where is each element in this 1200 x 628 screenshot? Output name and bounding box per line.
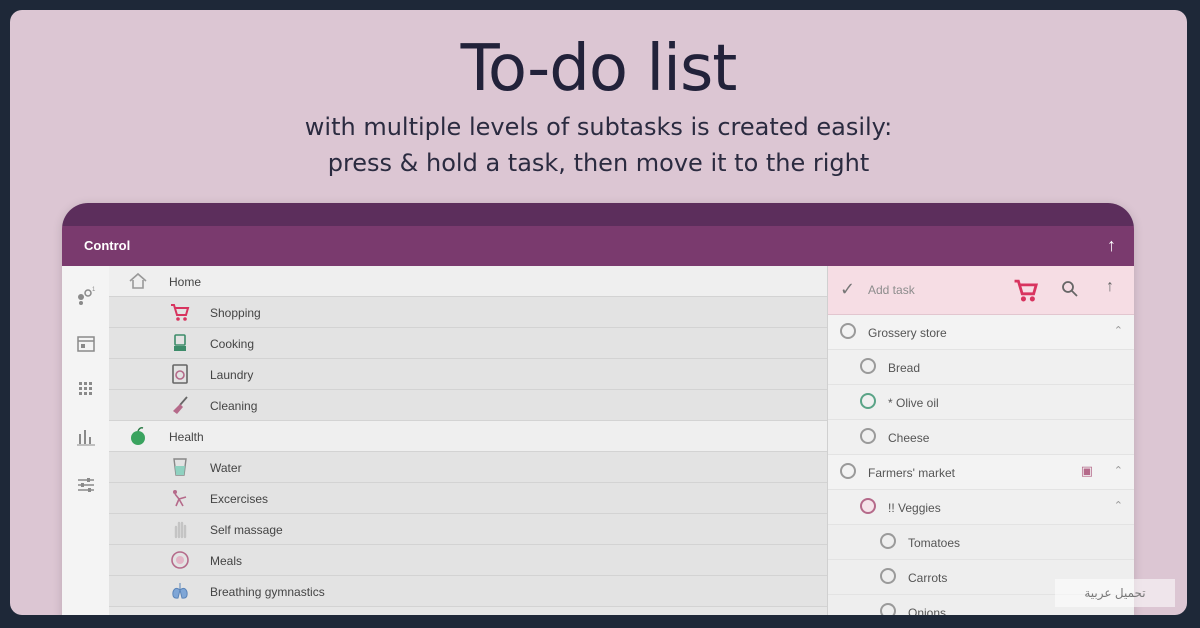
task-item[interactable]: !! Veggies ⌃ [828, 490, 1134, 525]
headline: To-do list [460, 32, 738, 106]
sliders-icon[interactable] [75, 474, 97, 496]
list-item-home[interactable]: Home [109, 266, 827, 297]
promo-card: To-do list with multiple levels of subta… [10, 10, 1187, 615]
hand-icon [169, 518, 191, 540]
list-item-label: Cooking [210, 337, 255, 351]
category-list: Home Shopping Cooking Laundry Cleaning H… [109, 266, 827, 615]
washing-machine-icon [169, 363, 191, 385]
glass-icon [169, 456, 191, 478]
task-checkbox[interactable] [840, 463, 856, 479]
list-item-label: Self massage [210, 523, 283, 537]
meal-icon [169, 549, 191, 571]
settings-dots-icon[interactable]: 1 [75, 284, 97, 306]
list-item-shopping[interactable]: Shopping [109, 297, 827, 328]
list-item-water[interactable]: Water [109, 452, 827, 483]
calendar-icon[interactable] [75, 332, 97, 354]
check-icon[interactable]: ✓ [840, 279, 855, 300]
task-label: Grossery store [868, 326, 947, 340]
task-item[interactable]: * Olive oil [828, 385, 1134, 420]
list-item-excercises[interactable]: Excercises [109, 483, 827, 514]
calendar-icon[interactable]: ▣ [1081, 463, 1093, 479]
task-item[interactable]: Grossery store ⌃ [828, 315, 1134, 350]
list-item-label: Shopping [210, 306, 261, 320]
chevron-up-icon[interactable]: ⌃ [1114, 499, 1123, 512]
cart-icon[interactable] [1012, 276, 1040, 304]
task-item[interactable]: Cheese [828, 420, 1134, 455]
list-item-label: Water [210, 461, 242, 475]
task-checkbox[interactable] [860, 393, 876, 409]
task-label: Tomatoes [908, 536, 961, 550]
task-item[interactable]: Tomatoes [828, 525, 1134, 560]
subheadline-line-2: press & hold a task, then move it to the… [327, 149, 870, 177]
task-label: Carrots [908, 571, 948, 585]
task-checkbox[interactable] [840, 323, 856, 339]
task-checkbox[interactable] [860, 428, 876, 444]
task-label: Onions [908, 606, 947, 615]
task-item[interactable]: Bread [828, 350, 1134, 385]
task-checkbox[interactable] [880, 603, 896, 615]
list-item-cooking[interactable]: Cooking [109, 328, 827, 359]
blender-icon [169, 332, 191, 354]
search-icon[interactable] [1061, 280, 1079, 298]
app-bar-title: Control [84, 238, 131, 253]
task-panel: ✓ Add task ↑ Grossery store ⌃ Bread * Ol… [827, 266, 1134, 615]
task-label: Farmers' market [868, 466, 955, 480]
task-checkbox[interactable] [860, 498, 876, 514]
task-label: Cheese [888, 431, 930, 445]
task-checkbox[interactable] [880, 568, 896, 584]
apple-icon [127, 425, 149, 447]
cart-icon [169, 301, 191, 323]
subheadline-line-1: with multiple levels of subtasks is crea… [304, 113, 893, 141]
watermark: تحميل عربية [1055, 579, 1175, 607]
broom-icon [169, 394, 191, 416]
app-bar: Control ↑ [62, 226, 1134, 266]
list-item-cleaning[interactable]: Cleaning [109, 390, 827, 421]
list-item-label: Health [169, 430, 204, 444]
task-checkbox[interactable] [860, 358, 876, 374]
tablet-frame: Control ↑ 1 Home Shopping Cooking Laundr… [62, 203, 1134, 615]
up-arrow-icon[interactable]: ↑ [1106, 278, 1114, 296]
task-label: * Olive oil [888, 396, 939, 410]
task-label: Bread [888, 361, 921, 375]
list-item-label: Home [169, 275, 202, 289]
list-item-label: Excercises [210, 492, 269, 506]
chevron-up-icon[interactable]: ⌃ [1114, 464, 1123, 477]
list-item-label: Meals [210, 554, 243, 568]
tablet-bezel [62, 203, 1134, 226]
grid-icon[interactable] [75, 378, 97, 400]
list-item-meals[interactable]: Meals [109, 545, 827, 576]
list-item-label: Breathing gymnastics [210, 585, 325, 599]
navigation-rail: 1 [62, 266, 110, 615]
task-checkbox[interactable] [880, 533, 896, 549]
list-item-label: Cleaning [210, 399, 258, 413]
bar-chart-icon[interactable] [75, 426, 97, 448]
chevron-up-icon[interactable]: ⌃ [1114, 324, 1123, 337]
home-icon [127, 270, 149, 292]
task-item[interactable]: Farmers' market ▣ ⌃ [828, 455, 1134, 490]
add-task-bar: ✓ Add task ↑ [828, 266, 1134, 315]
list-item-laundry[interactable]: Laundry [109, 359, 827, 390]
add-task-input[interactable]: Add task [868, 283, 915, 297]
up-arrow-icon[interactable]: ↑ [1107, 235, 1116, 256]
lungs-icon [169, 580, 191, 602]
list-item-health[interactable]: Health [109, 421, 827, 452]
list-item-breathing-gymnastics[interactable]: Breathing gymnastics [109, 576, 827, 607]
list-item-self-massage[interactable]: Self massage [109, 514, 827, 545]
exercise-icon [169, 487, 191, 509]
svg-text:1: 1 [92, 287, 96, 293]
list-item-label: Laundry [210, 368, 254, 382]
task-label: !! Veggies [888, 501, 941, 515]
